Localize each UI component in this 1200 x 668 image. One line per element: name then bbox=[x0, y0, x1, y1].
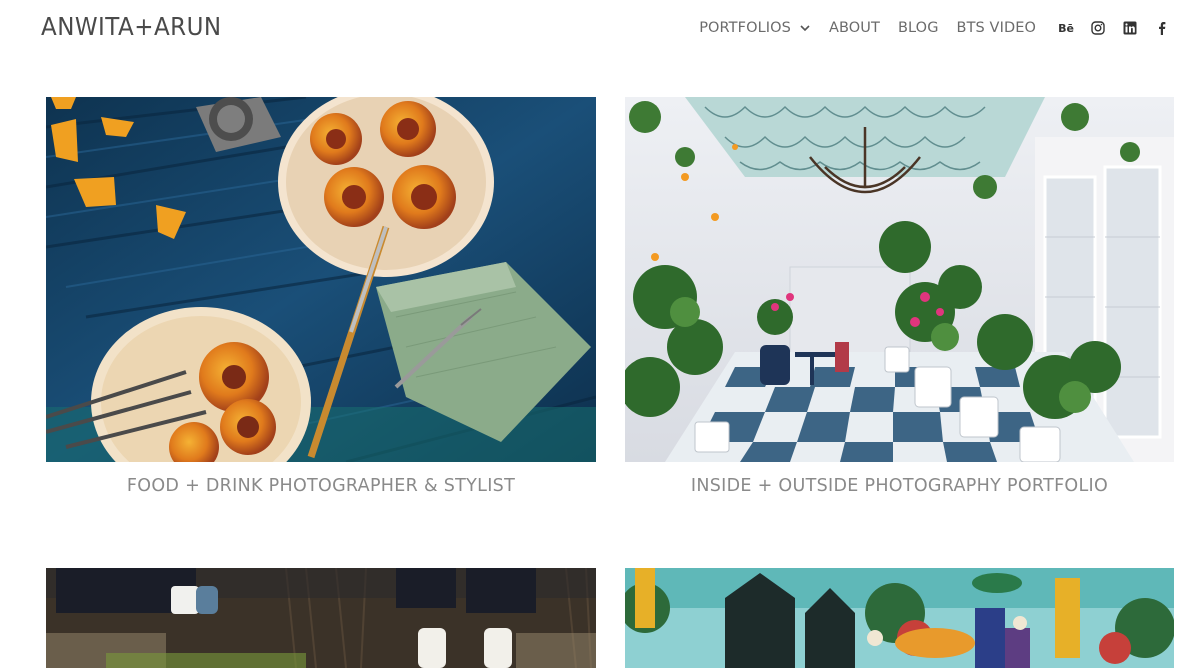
social-links: Bē bbox=[1058, 20, 1170, 36]
portfolio-tile-illustration[interactable] bbox=[625, 568, 1174, 668]
page: ANWITA+ARUN PORTFOLIOS ABOUT BLOG BTS VI… bbox=[0, 0, 1200, 668]
nav-blog[interactable]: BLOG bbox=[898, 20, 939, 36]
portfolio-tile-interior[interactable] bbox=[625, 97, 1174, 462]
site-logo[interactable]: ANWITA+ARUN bbox=[41, 12, 222, 41]
nav-bts-video[interactable]: BTS VIDEO bbox=[957, 20, 1036, 36]
behance-label: Bē bbox=[1058, 21, 1074, 35]
portfolio-tile-people[interactable] bbox=[46, 568, 596, 668]
nav-portfolios[interactable]: PORTFOLIOS bbox=[699, 20, 811, 36]
portfolio-caption-food[interactable]: FOOD + DRINK PHOTOGRAPHER & STYLIST bbox=[46, 476, 596, 496]
linkedin-icon[interactable] bbox=[1122, 20, 1138, 36]
nav-about[interactable]: ABOUT bbox=[829, 20, 880, 36]
portfolio-caption-interior[interactable]: INSIDE + OUTSIDE PHOTOGRAPHY PORTFOLIO bbox=[625, 476, 1174, 496]
nav-portfolios-label: PORTFOLIOS bbox=[699, 20, 791, 36]
site-header: ANWITA+ARUN PORTFOLIOS ABOUT BLOG BTS VI… bbox=[0, 0, 1200, 56]
behance-icon[interactable]: Bē bbox=[1058, 20, 1074, 36]
portfolio-tile-food[interactable] bbox=[46, 97, 596, 462]
interior-photo bbox=[625, 97, 1174, 462]
facebook-icon[interactable] bbox=[1154, 20, 1170, 36]
chevron-down-icon bbox=[800, 25, 810, 32]
food-photo bbox=[46, 97, 596, 462]
main-nav: PORTFOLIOS ABOUT BLOG BTS VIDEO Bē bbox=[699, 17, 1170, 39]
illustration-photo bbox=[625, 568, 1174, 668]
instagram-icon[interactable] bbox=[1090, 20, 1106, 36]
people-photo bbox=[46, 568, 596, 668]
